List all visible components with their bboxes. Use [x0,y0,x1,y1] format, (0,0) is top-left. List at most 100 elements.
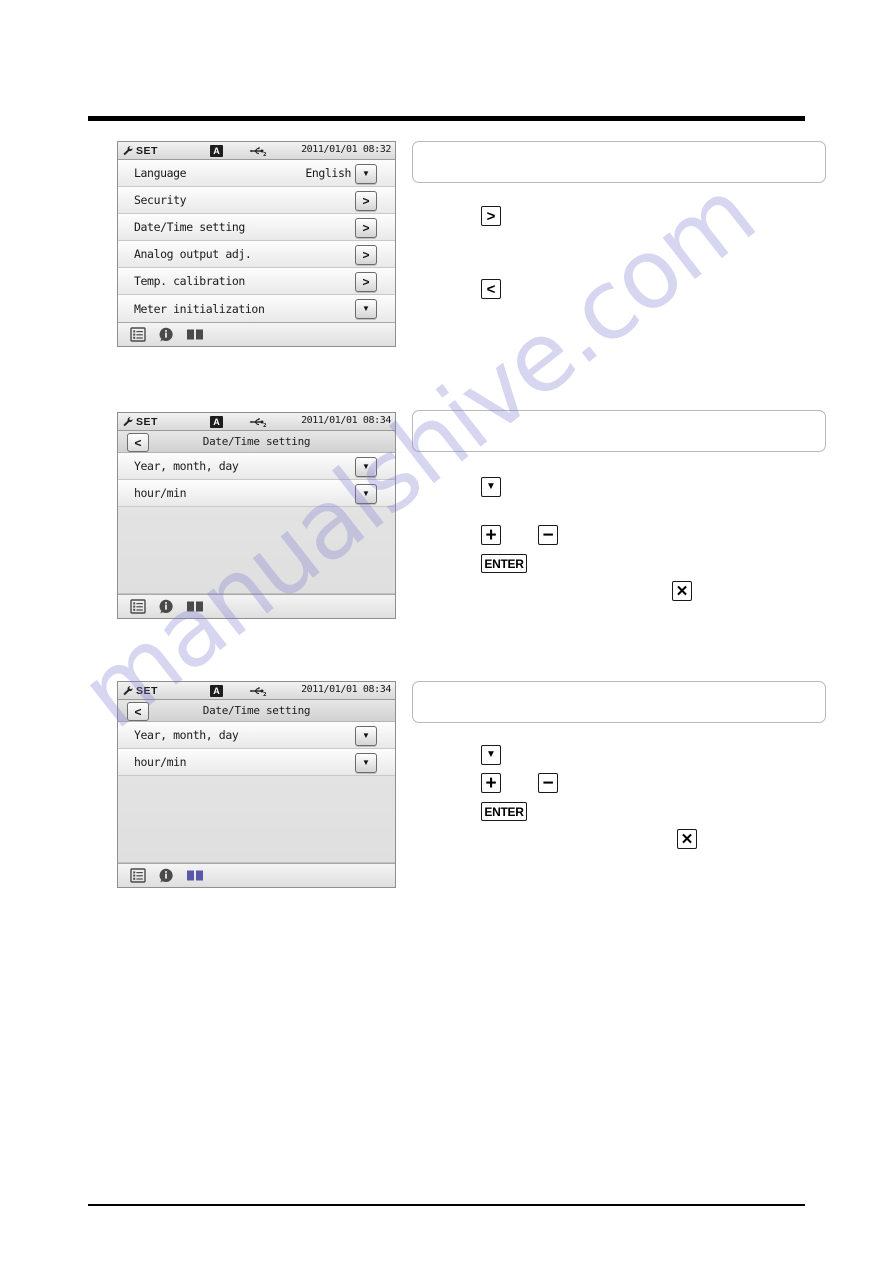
key-down-arrow[interactable]: ▼ [481,477,501,497]
list-icon[interactable] [130,599,146,614]
key-right-arrow[interactable]: > [481,206,501,226]
empty-list-area [118,776,395,863]
list-item[interactable]: hour/min ▼ [118,480,395,507]
key-cancel[interactable]: ✕ [677,829,697,849]
usb-icon: 2 [249,416,267,429]
plus-icon: + [485,524,497,546]
status-datetime: 2011/01/01 08:34 [301,415,391,426]
back-button[interactable]: < [127,433,149,452]
channel-badge: A [210,685,223,697]
row-label: Security [134,193,187,207]
list-item[interactable]: Language English ▼ [118,160,395,187]
chevron-right-icon: > [362,248,370,262]
lcd-panel-datetime-a: SET A 2 2011/01/01 08:34 < Date/Time set… [117,412,396,619]
settings-list: Year, month, day ▼ hour/min ▼ [118,453,395,594]
list-item[interactable]: Temp. calibration > [118,268,395,295]
minus-icon: − [542,772,554,794]
page-bottom-rule [88,1204,805,1206]
chevron-down-icon: ▼ [362,169,370,178]
row-enter-button[interactable]: > [355,272,377,292]
row-dropdown-button[interactable]: ▼ [355,299,377,319]
row-dropdown-button[interactable]: ▼ [355,164,377,184]
list-item[interactable]: hour/min ▼ [118,749,395,776]
page-top-rule [88,116,805,121]
close-icon: ✕ [675,582,689,600]
chevron-left-icon: < [134,704,142,719]
list-item[interactable]: Year, month, day ▼ [118,453,395,480]
list-item[interactable]: Analog output adj. > [118,241,395,268]
row-dropdown-button[interactable]: ▼ [355,457,377,477]
lcd-panel-settings-menu: SET A 2 2011/01/01 08:32 Language Englis… [117,141,396,347]
settings-list: Year, month, day ▼ hour/min ▼ [118,722,395,863]
footer-icon-bar [118,594,395,618]
info-icon[interactable] [158,868,174,883]
key-minus[interactable]: − [538,773,558,793]
chevron-down-icon: ▼ [362,304,370,313]
key-left-arrow[interactable]: < [481,279,501,299]
list-item[interactable]: Meter initialization ▼ [118,295,395,322]
back-button[interactable]: < [127,702,149,721]
key-enter[interactable]: ENTER [481,802,527,821]
key-minus[interactable]: − [538,525,558,545]
key-plus[interactable]: + [481,525,501,545]
chevron-down-icon: ▼ [362,731,370,740]
row-dropdown-button[interactable]: ▼ [355,753,377,773]
settings-list: Language English ▼ Security > Date/Time … [118,160,395,322]
wrench-icon [122,685,134,697]
channel-badge: A [210,145,223,157]
status-datetime: 2011/01/01 08:32 [301,144,391,155]
usb-icon: 2 [249,685,267,698]
row-label: Date/Time setting [134,220,245,234]
chevron-down-icon: ▼ [486,749,496,760]
status-bar: SET A 2 2011/01/01 08:34 [118,413,395,431]
svg-text:2: 2 [263,692,267,697]
row-dropdown-button[interactable]: ▼ [355,484,377,504]
footer-icon-bar [118,863,395,887]
channel-badge: A [210,416,223,428]
close-icon: ✕ [680,830,694,848]
book-icon[interactable] [186,327,203,342]
status-bar: SET A 2 2011/01/01 08:34 [118,682,395,700]
row-label: Meter initialization [134,301,265,316]
mode-label: SET [136,144,158,157]
chevron-down-icon: ▼ [362,758,370,767]
instruction-note-box [412,681,826,723]
book-icon[interactable] [186,599,203,614]
chevron-down-icon: ▼ [486,481,496,492]
wrench-icon [122,416,134,428]
list-item[interactable]: Date/Time setting > [118,214,395,241]
list-icon[interactable] [130,327,146,342]
info-icon[interactable] [158,327,174,342]
panel-header: < Date/Time setting [118,431,395,453]
row-enter-button[interactable]: > [355,191,377,211]
chevron-right-icon: > [486,207,496,225]
svg-text:2: 2 [263,152,267,157]
key-down-arrow[interactable]: ▼ [481,745,501,765]
key-cancel[interactable]: ✕ [672,581,692,601]
row-enter-button[interactable]: > [355,245,377,265]
svg-text:2: 2 [263,423,267,428]
list-icon[interactable] [130,868,146,883]
mode-label: SET [136,684,158,697]
footer-icon-bar [118,322,395,346]
key-enter[interactable]: ENTER [481,554,527,573]
chevron-right-icon: > [362,194,370,208]
key-plus[interactable]: + [481,773,501,793]
instruction-note-box [412,141,826,183]
chevron-right-icon: > [362,221,370,235]
row-dropdown-button[interactable]: ▼ [355,726,377,746]
list-item[interactable]: Security > [118,187,395,214]
info-icon[interactable] [158,599,174,614]
row-enter-button[interactable]: > [355,218,377,238]
mode-label: SET [136,415,158,428]
row-value: English [305,166,351,180]
book-icon[interactable] [186,868,203,883]
row-label: Analog output adj. [134,247,252,261]
usb-icon: 2 [249,145,267,158]
instruction-note-box [412,410,826,452]
row-label: Year, month, day [134,728,239,742]
page-title: Date/Time setting [202,704,311,717]
chevron-left-icon: < [134,435,142,450]
minus-icon: − [542,524,554,546]
list-item[interactable]: Year, month, day ▼ [118,722,395,749]
